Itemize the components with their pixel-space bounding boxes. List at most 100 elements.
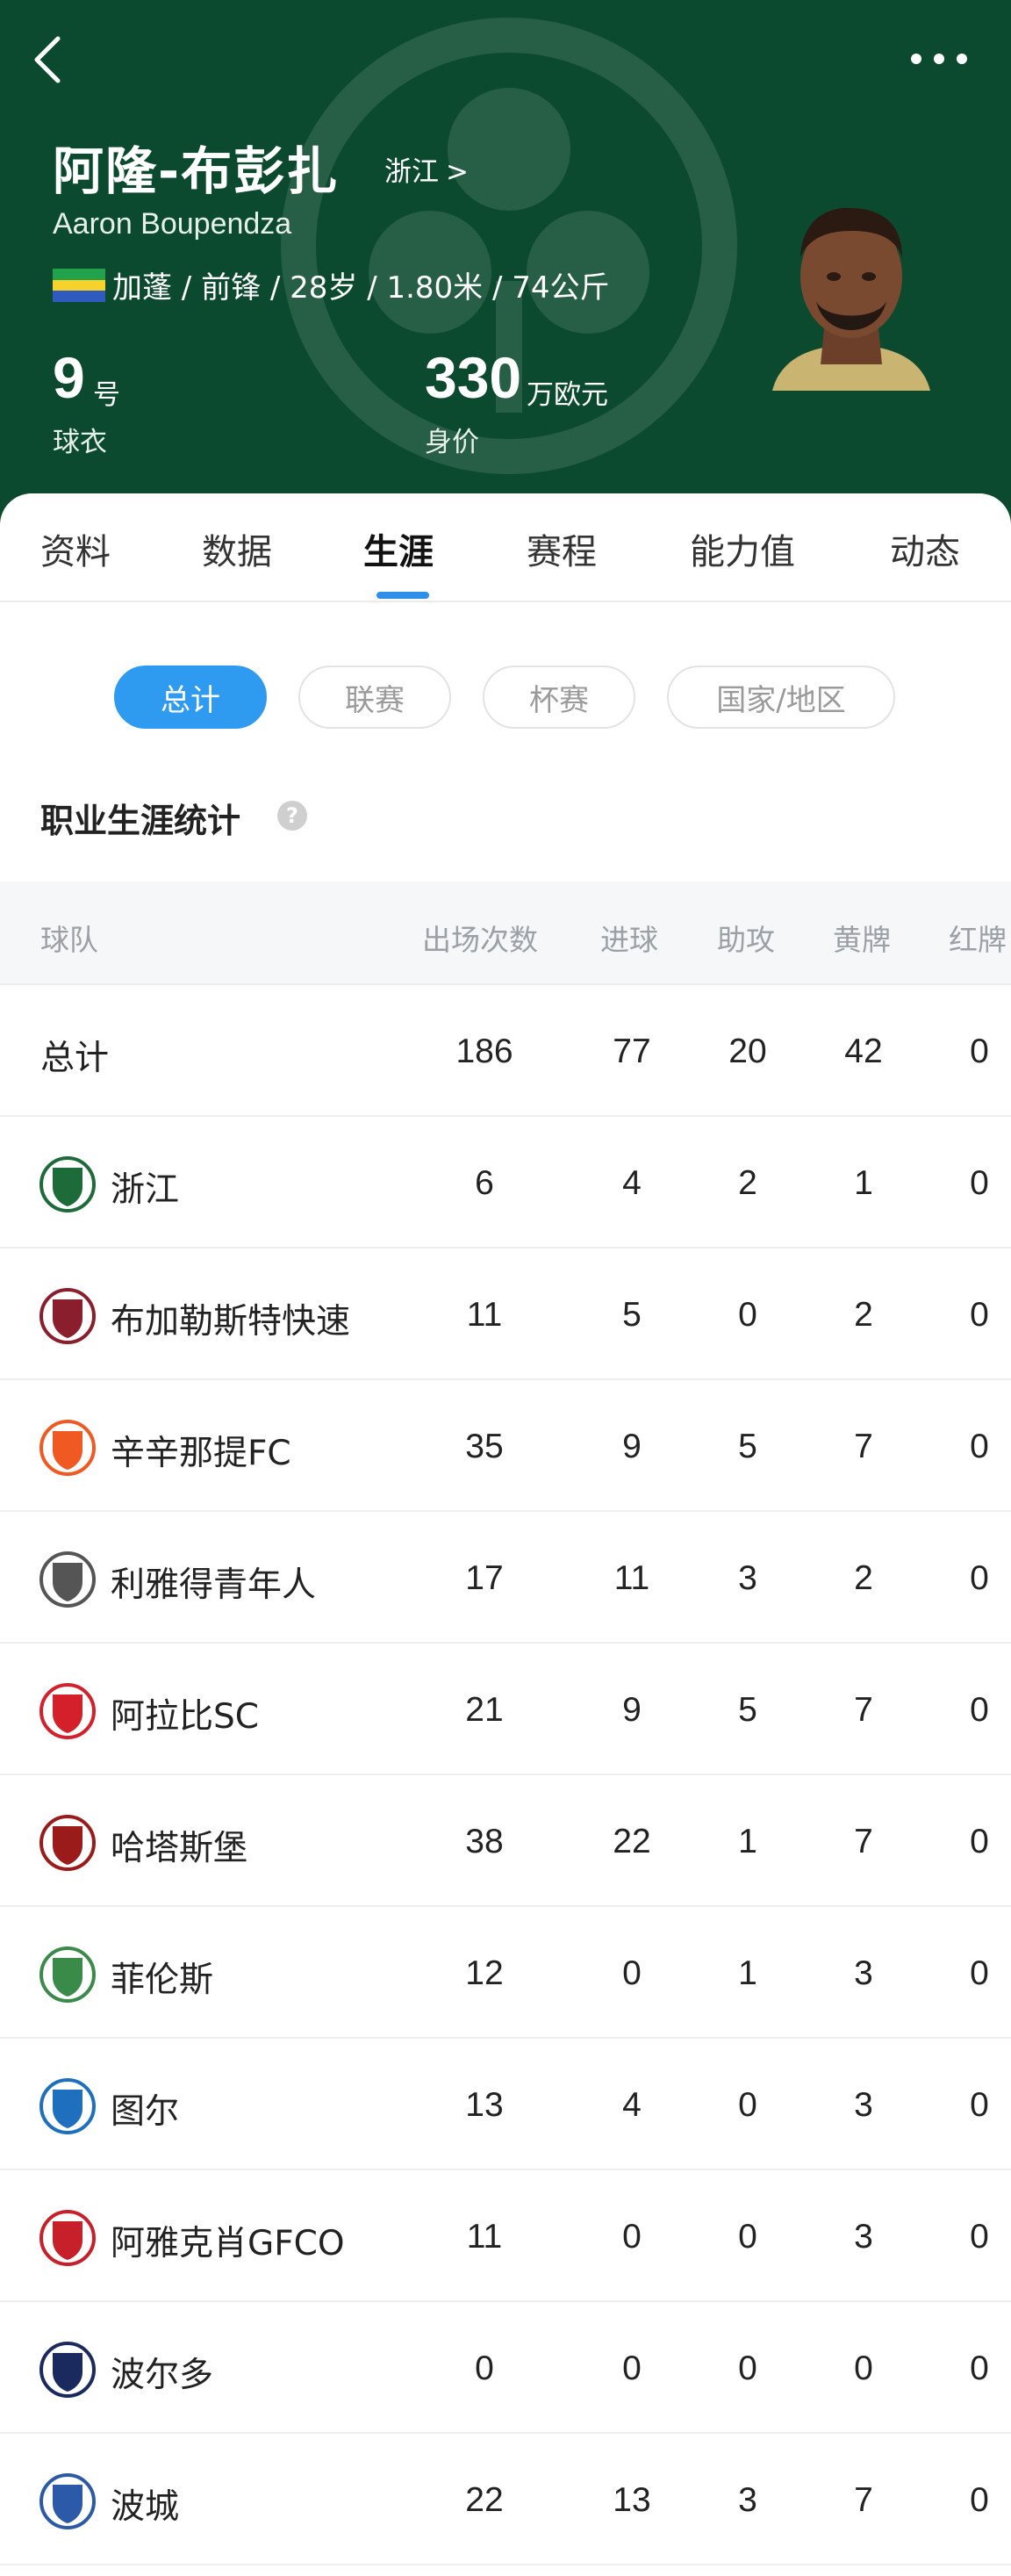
player-header: 阿隆-布彭扎 浙江 > Aaron Boupendza 加蓬 / 前锋 / 28岁… [0, 0, 1011, 527]
cell-goals: 4 [622, 2086, 642, 2124]
cell-red: 0 [970, 1296, 989, 1334]
team-logo-icon [39, 1156, 96, 1212]
cell-red: 0 [970, 2349, 989, 2387]
filter-total[interactable]: 总计 [114, 666, 267, 729]
cell-yellow: 7 [854, 1428, 873, 1465]
cell-goals: 9 [622, 1428, 642, 1465]
cell-apps: 11 [466, 1296, 503, 1334]
cell-assists: 0 [738, 2349, 757, 2387]
tab-news[interactable]: 动态 [890, 523, 960, 574]
team-name: 利雅得青年人 [111, 1565, 317, 1605]
cell-red: 0 [970, 1823, 989, 1860]
team-rows: 浙江 6 4 2 1 0 布加勒斯特快速 11 5 0 2 0 辛辛那提FC 35 9 5 7 0 利雅得青年人 17… [0, 1117, 1011, 2565]
total-red: 0 [970, 1033, 989, 1070]
cell-red: 0 [970, 1559, 989, 1597]
table-row[interactable]: 利雅得青年人 17 11 3 2 0 [0, 1512, 1011, 1644]
table-row[interactable]: 辛辛那提FC 35 9 5 7 0 [0, 1380, 1011, 1512]
cell-assists: 0 [738, 2086, 757, 2124]
cell-apps: 13 [465, 2086, 504, 2124]
cell-red: 0 [970, 1428, 989, 1465]
tab-ability[interactable]: 能力值 [690, 523, 795, 574]
team-name: 波城 [111, 2487, 180, 2527]
header-yellow: 黄牌 [833, 923, 891, 957]
table-row[interactable]: 阿雅克肖GFCO 11 0 0 3 0 [0, 2170, 1011, 2302]
header-assists: 助攻 [717, 923, 775, 957]
tab-schedule[interactable]: 赛程 [527, 523, 597, 574]
cell-goals: 0 [622, 1954, 642, 1992]
table-row[interactable]: 波尔多 0 0 0 0 0 [0, 2302, 1011, 2434]
cell-assists: 3 [738, 1559, 757, 1597]
cell-yellow: 3 [854, 2086, 873, 2124]
career-stats-title: 职业生涯统计 [40, 802, 241, 840]
active-tab-indicator [376, 592, 429, 599]
question-icon[interactable]: ? [277, 801, 307, 831]
team-logo-icon [39, 1420, 96, 1476]
cell-assists: 2 [738, 1164, 757, 1202]
cell-apps: 21 [465, 1691, 504, 1729]
shirt-label: 球衣 [53, 427, 107, 458]
team-logo-icon [39, 2078, 96, 2134]
cell-apps: 22 [465, 2481, 504, 2519]
team-logo-icon [39, 1551, 96, 1608]
cell-goals: 5 [622, 1296, 642, 1334]
cell-yellow: 0 [854, 2349, 873, 2387]
cell-goals: 0 [622, 2218, 642, 2256]
cell-yellow: 3 [854, 1954, 873, 1992]
total-assists: 20 [728, 1033, 767, 1070]
team-name: 辛辛那提FC [111, 1434, 291, 1473]
market-value-unit: 万欧元 [527, 379, 608, 411]
cell-apps: 38 [465, 1823, 504, 1860]
team-name: 阿雅克肖GFCO [111, 2224, 345, 2263]
tab-bar: 资料 数据 生涯 赛程 能力值 动态 [0, 493, 1011, 602]
cell-assists: 5 [738, 1428, 757, 1465]
cell-yellow: 2 [854, 1296, 873, 1334]
team-logo-icon [39, 2210, 96, 2266]
team-name: 波尔多 [111, 2356, 214, 2395]
cell-assists: 3 [738, 2481, 757, 2519]
table-row[interactable]: 浙江 6 4 2 1 0 [0, 1117, 1011, 1248]
cell-apps: 12 [465, 1954, 504, 1992]
team-name: 菲伦斯 [111, 1961, 214, 2000]
cell-yellow: 3 [854, 2218, 873, 2256]
filter-national[interactable]: 国家/地区 [667, 666, 895, 729]
cell-apps: 0 [475, 2349, 494, 2387]
cell-assists: 0 [738, 1296, 757, 1334]
player-name-english: Aaron Boupendza [53, 207, 292, 241]
table-row[interactable]: 阿拉比SC 21 9 5 7 0 [0, 1644, 1011, 1775]
table-row-total: 总计 186 77 20 42 0 [0, 985, 1011, 1117]
cell-goals: 13 [613, 2481, 651, 2519]
cell-goals: 4 [622, 1164, 642, 1202]
header-team: 球队 [40, 923, 98, 957]
club-name: 浙江 [384, 156, 439, 188]
cell-red: 0 [970, 1164, 989, 1202]
tab-career[interactable]: 生涯 [363, 523, 434, 574]
team-name: 图尔 [111, 2092, 180, 2132]
cell-yellow: 1 [854, 1164, 873, 1202]
club-arrow-icon: > [446, 156, 469, 188]
table-row[interactable]: 图尔 13 4 0 3 0 [0, 2039, 1011, 2170]
cell-assists: 5 [738, 1691, 757, 1729]
table-row[interactable]: 菲伦斯 12 0 1 3 0 [0, 1907, 1011, 2039]
cell-red: 0 [970, 1954, 989, 1992]
market-value-label: 身价 [425, 427, 479, 458]
header-red: 红牌 [949, 923, 1007, 957]
cell-apps: 17 [465, 1559, 504, 1597]
tab-stats[interactable]: 数据 [202, 523, 272, 574]
cell-yellow: 2 [854, 1559, 873, 1597]
team-name: 布加勒斯特快速 [111, 1302, 351, 1342]
more-dots-icon[interactable] [904, 46, 974, 72]
filter-cup[interactable]: 杯赛 [483, 666, 635, 729]
table-row[interactable]: 波城 22 13 3 7 0 [0, 2434, 1011, 2565]
table-row[interactable]: 哈塔斯堡 38 22 1 7 0 [0, 1775, 1011, 1907]
tab-profile[interactable]: 资料 [40, 523, 111, 574]
cell-assists: 1 [738, 1823, 757, 1860]
filter-league[interactable]: 联赛 [298, 666, 451, 729]
cell-goals: 9 [622, 1691, 642, 1729]
club-link[interactable]: 浙江 > [384, 149, 469, 189]
back-chevron-icon[interactable] [26, 33, 70, 86]
table-row[interactable]: 布加勒斯特快速 11 5 0 2 0 [0, 1248, 1011, 1380]
cell-red: 0 [970, 1691, 989, 1729]
total-goals: 77 [613, 1033, 651, 1070]
cell-apps: 11 [466, 2218, 503, 2256]
total-yellow: 42 [844, 1033, 883, 1070]
